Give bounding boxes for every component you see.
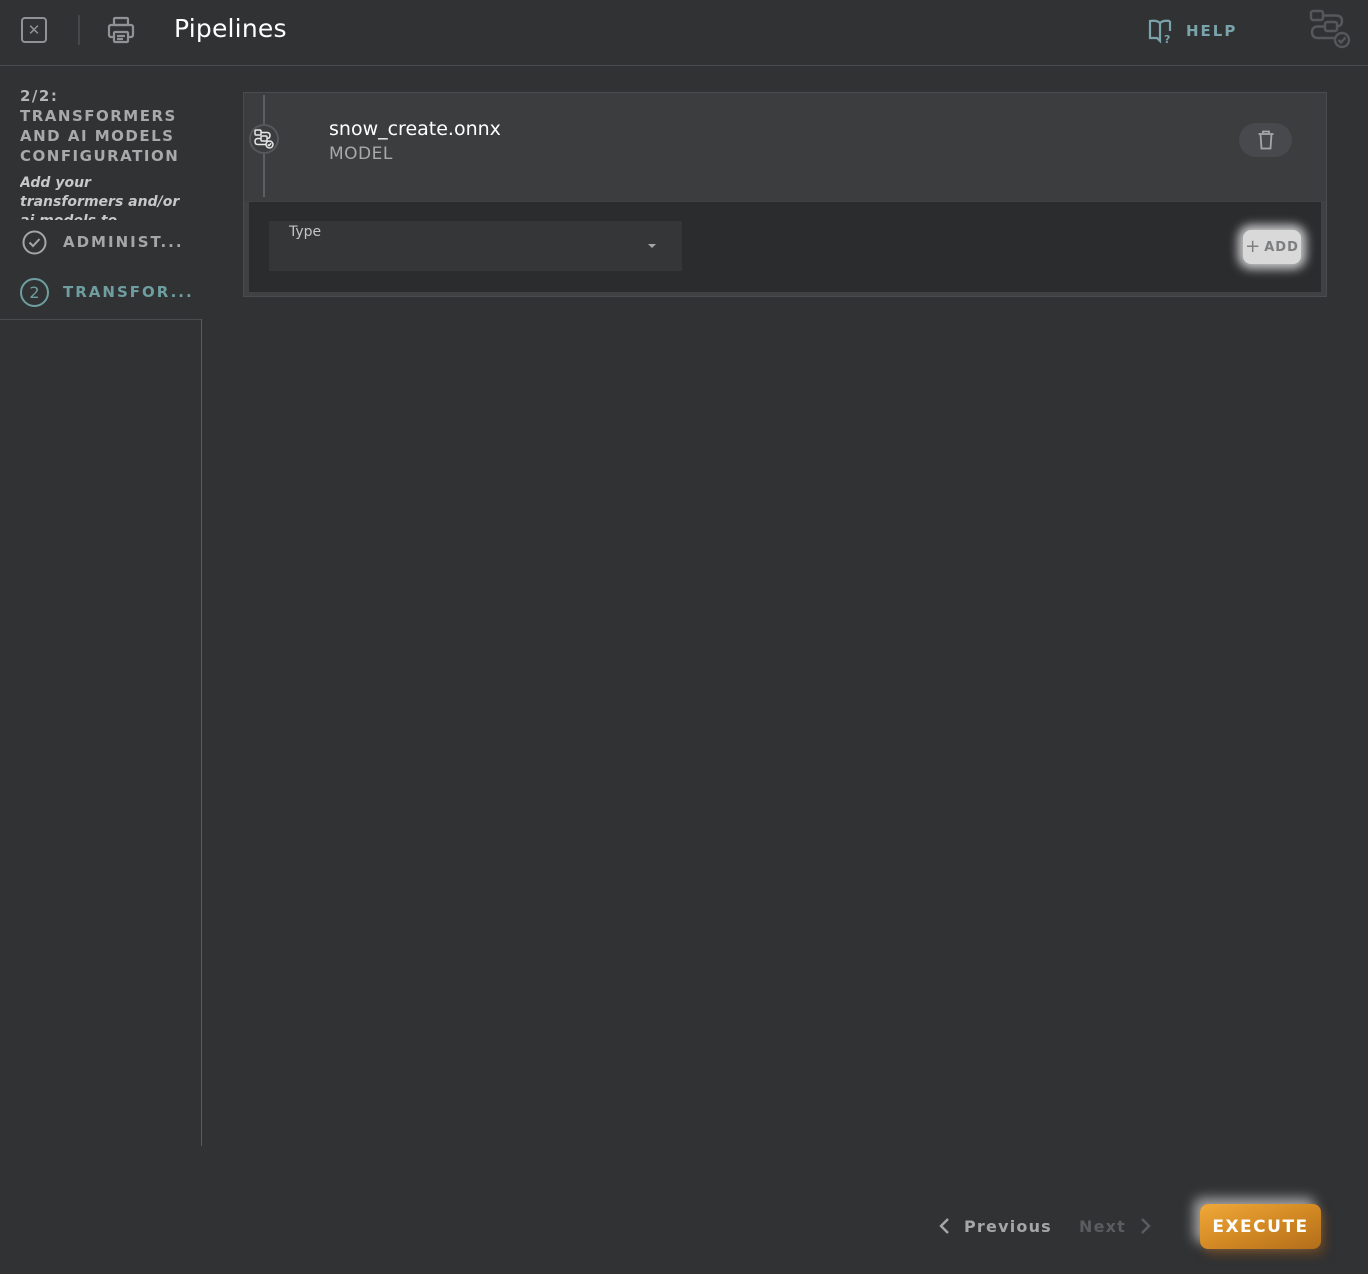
book-question-icon: ?: [1148, 19, 1172, 44]
model-name: snow_create.onnx: [329, 118, 501, 140]
wizard-sidebar: 2/2: TRANSFORMERS AND AI MODELS CONFIGUR…: [0, 66, 202, 1146]
type-select-label: Type: [289, 224, 322, 240]
check-circle-icon: [22, 230, 47, 254]
add-button[interactable]: + ADD: [1243, 230, 1301, 264]
plus-icon: +: [1245, 236, 1262, 257]
svg-text:?: ?: [1164, 33, 1172, 44]
next-button[interactable]: Next: [1079, 1213, 1152, 1239]
sidebar-divider: [0, 319, 202, 320]
pipeline-icon: [1309, 9, 1351, 49]
step-heading: 2/2: TRANSFORMERS AND AI MODELS CONFIGUR…: [20, 86, 200, 166]
pipeline-item-config: Type + ADD: [249, 202, 1321, 292]
step-title: TRANSFORMERS AND AI MODELS CONFIGURATION: [20, 107, 180, 165]
previous-button[interactable]: Previous: [938, 1213, 1052, 1239]
type-select[interactable]: Type: [269, 221, 682, 271]
pipeline-item-card: snow_create.onnx MODEL Type + ADD: [243, 92, 1327, 297]
pipeline-item-header: snow_create.onnx MODEL: [244, 93, 1326, 201]
step-counter: 2/2:: [20, 87, 59, 105]
printer-icon: [107, 16, 135, 44]
step-description: Add your transformers and/or ai models t…: [20, 175, 180, 220]
next-label: Next: [1079, 1216, 1127, 1236]
sidebar-border: [201, 319, 202, 1146]
chevron-left-icon: [939, 1218, 949, 1234]
model-kind: MODEL: [329, 144, 393, 164]
step-label: ADMINIST...: [63, 233, 184, 251]
trash-icon: [1258, 130, 1273, 150]
execute-button[interactable]: EXECUTE: [1200, 1204, 1321, 1249]
header-divider: [78, 15, 80, 45]
pipeline-node: [249, 124, 279, 154]
header-bar: ✕ Pipelines ? HELP: [0, 0, 1368, 66]
caret-down-icon: [648, 244, 656, 248]
help-label: HELP: [1186, 22, 1238, 40]
step-number-badge: 2: [20, 277, 49, 307]
step-label: TRANSFOR...: [63, 283, 194, 301]
step-item-transformers[interactable]: 2 TRANSFOR...: [20, 277, 194, 307]
page-title: Pipelines: [174, 14, 287, 43]
chevron-right-icon: [1141, 1218, 1151, 1234]
step-item-administration[interactable]: ADMINIST...: [20, 227, 184, 257]
previous-label: Previous: [964, 1216, 1052, 1236]
add-label: ADD: [1264, 239, 1299, 255]
pipeline-icon: [254, 129, 274, 149]
close-icon: ✕: [27, 21, 41, 39]
print-button[interactable]: [106, 15, 136, 45]
delete-button[interactable]: [1239, 123, 1292, 157]
help-button[interactable]: ? HELP: [1148, 17, 1237, 45]
close-button[interactable]: ✕: [21, 17, 47, 43]
step-description-container: Add your transformers and/or ai models t…: [20, 174, 190, 220]
